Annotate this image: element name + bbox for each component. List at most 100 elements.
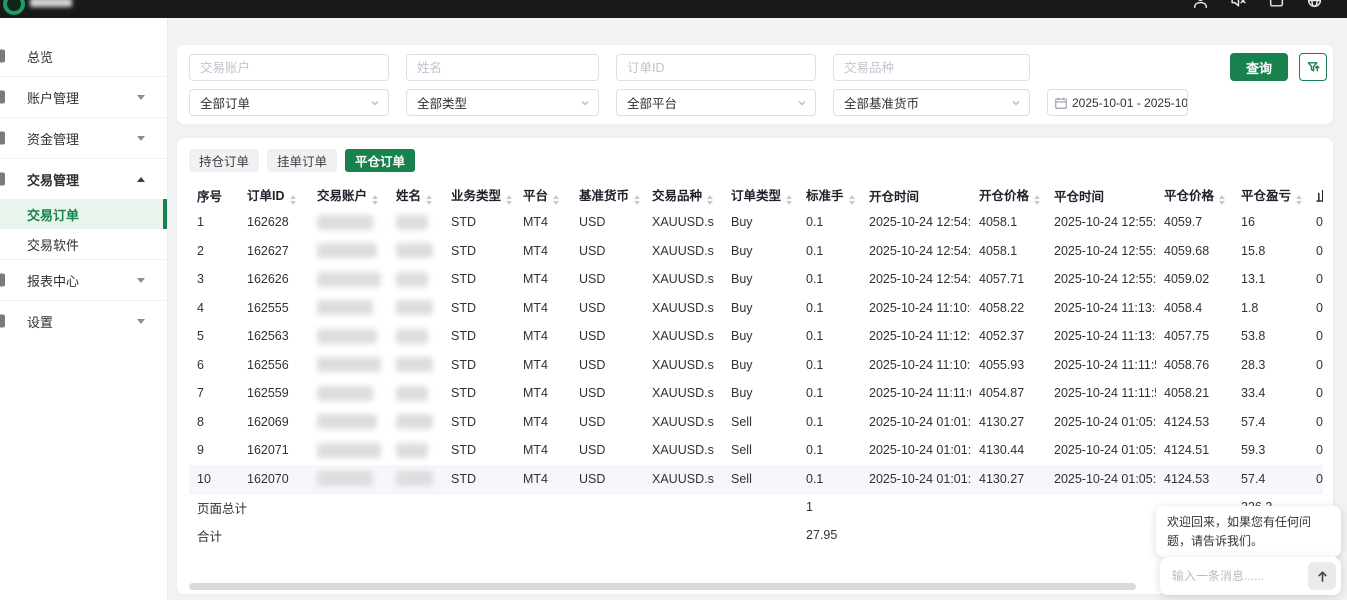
sort-caret-icon[interactable] xyxy=(707,195,713,205)
sidebar-item-trade-orders[interactable]: 交易订单 xyxy=(0,199,167,229)
horizontal-scrollbar[interactable] xyxy=(189,583,1136,590)
cell-order-type: Buy xyxy=(723,351,798,380)
cell-platform: MT4 xyxy=(515,265,571,294)
column-header-symbol[interactable]: 交易品种 xyxy=(644,182,723,208)
cell-open-price: 4052.37 xyxy=(971,322,1046,351)
sort-caret-icon[interactable] xyxy=(290,195,296,205)
sort-caret-icon[interactable] xyxy=(372,195,378,205)
audio-muted-icon[interactable] xyxy=(1230,0,1247,12)
fullscreen-icon[interactable] xyxy=(1268,0,1285,12)
column-header-platform[interactable]: 平台 xyxy=(515,182,571,208)
tab-position-orders[interactable]: 持仓订单 xyxy=(189,149,259,172)
column-header-profit[interactable]: 平仓盈亏 xyxy=(1233,182,1308,208)
sidebar-item-report-center[interactable]: 报表中心 xyxy=(0,260,167,300)
chat-message-input[interactable] xyxy=(1172,569,1308,583)
cell-order-id: 162559 xyxy=(239,379,309,408)
sidebar-item-label: 报表中心 xyxy=(27,271,79,290)
cell-close-time: 2025-10-24 12:55:54 xyxy=(1046,208,1156,237)
table-row: 3162626STDMT4USDXAUUSD.sBuy0.12025-10-24… xyxy=(189,265,1323,294)
sort-caret-icon[interactable] xyxy=(1296,195,1302,205)
chat-send-button[interactable] xyxy=(1308,562,1336,590)
sidebar-item-fund-management[interactable]: 资金管理 xyxy=(0,118,167,158)
summary-empty-cell xyxy=(571,521,644,549)
sidebar-item-trade-software[interactable]: 交易软件 xyxy=(0,229,167,259)
cell-order-id: 162069 xyxy=(239,408,309,437)
name-filter-input[interactable] xyxy=(406,54,599,81)
blurred-name-value xyxy=(396,272,428,287)
column-header-lots[interactable]: 标准手 xyxy=(798,182,861,208)
sidebar-item-overview[interactable]: 总览 xyxy=(0,36,167,76)
sort-caret-icon[interactable] xyxy=(553,195,559,205)
chevron-down-icon xyxy=(137,278,145,283)
cell-account xyxy=(309,351,388,380)
filter-collapse-button[interactable] xyxy=(1299,53,1327,81)
table-row: 8162069STDMT4USDXAUUSD.sSell0.12025-10-2… xyxy=(189,408,1323,437)
cell-order-id: 162556 xyxy=(239,351,309,380)
chevron-up-icon xyxy=(137,177,145,182)
cell-sl: 0 xyxy=(1308,436,1323,465)
app-logo-icon xyxy=(3,0,25,15)
cell-open-price: 4058.1 xyxy=(971,237,1046,266)
cell-sl: 0 xyxy=(1308,322,1323,351)
selected-value: 全部平台 xyxy=(627,93,677,112)
order-status-select[interactable]: 全部订单 xyxy=(189,89,389,116)
column-header-account[interactable]: 交易账户 xyxy=(309,182,388,208)
date-range-picker[interactable]: 2025-10-01 - 2025-10-28 xyxy=(1047,89,1188,116)
blurred-account-value xyxy=(317,243,377,258)
cell-sl: 0 xyxy=(1308,408,1323,437)
order-id-filter-input[interactable] xyxy=(616,54,816,81)
orders-table-wrapper: 序号订单ID交易账户姓名业务类型平台基准货币交易品种订单类型标准手开仓时间开仓价… xyxy=(189,182,1323,577)
sort-caret-icon[interactable] xyxy=(634,195,640,205)
sidebar-item-trade-management[interactable]: 交易管理 xyxy=(0,159,167,199)
table-row: 2162627STDMT4USDXAUUSD.sBuy0.12025-10-24… xyxy=(189,237,1323,266)
cell-base-currency: USD xyxy=(571,379,644,408)
column-header-name[interactable]: 姓名 xyxy=(388,182,443,208)
column-header-open-price[interactable]: 开仓价格 xyxy=(971,182,1046,208)
sort-caret-icon[interactable] xyxy=(1219,195,1225,205)
column-header-close-price[interactable]: 平仓价格 xyxy=(1156,182,1233,208)
cell-account xyxy=(309,208,388,237)
cell-order-id: 162555 xyxy=(239,294,309,323)
column-header-base-currency[interactable]: 基准货币 xyxy=(571,182,644,208)
sidebar-item-account-management[interactable]: 账户管理 xyxy=(0,77,167,117)
base-currency-select[interactable]: 全部基准货币 xyxy=(833,89,1030,116)
summary-empty-cell xyxy=(644,521,723,549)
account-filter-input[interactable] xyxy=(189,54,389,81)
sidebar-item-label: 交易软件 xyxy=(27,235,79,254)
search-button[interactable]: 查询 xyxy=(1230,53,1288,81)
cell-lots: 0.1 xyxy=(798,351,861,380)
cell-account xyxy=(309,465,388,494)
order-tabs: 持仓订单 挂单订单 平仓订单 xyxy=(189,149,415,172)
cell-no: 1 xyxy=(189,208,239,237)
sidebar-item-settings[interactable]: 设置 xyxy=(0,301,167,341)
cell-close-time: 2025-10-24 01:05:34 xyxy=(1046,436,1156,465)
globe-icon[interactable] xyxy=(1306,0,1323,12)
cell-account xyxy=(309,294,388,323)
order-type-select[interactable]: 全部类型 xyxy=(406,89,599,116)
column-header-order-id[interactable]: 订单ID xyxy=(239,182,309,208)
user-icon[interactable] xyxy=(1192,0,1209,12)
cell-symbol: XAUUSD.s xyxy=(644,465,723,494)
cell-lots: 0.1 xyxy=(798,322,861,351)
column-header-biz-type[interactable]: 业务类型 xyxy=(443,182,515,208)
cell-platform: MT4 xyxy=(515,379,571,408)
sort-caret-icon[interactable] xyxy=(1034,195,1040,205)
sort-caret-icon[interactable] xyxy=(506,195,512,205)
sort-caret-icon[interactable] xyxy=(849,195,855,205)
cell-order-type: Buy xyxy=(723,379,798,408)
chevron-down-icon xyxy=(580,98,590,108)
symbol-filter-input[interactable] xyxy=(833,54,1030,81)
column-header-order-type[interactable]: 订单类型 xyxy=(723,182,798,208)
cell-symbol: XAUUSD.s xyxy=(644,265,723,294)
sort-caret-icon[interactable] xyxy=(786,195,792,205)
cell-close-time: 2025-10-24 01:05:34 xyxy=(1046,465,1156,494)
tab-pending-orders[interactable]: 挂单订单 xyxy=(267,149,337,172)
platform-select[interactable]: 全部平台 xyxy=(616,89,816,116)
cell-close-price: 4057.75 xyxy=(1156,322,1233,351)
sort-caret-icon[interactable] xyxy=(426,195,432,205)
tab-closed-orders[interactable]: 平仓订单 xyxy=(345,149,415,172)
cell-name xyxy=(388,408,443,437)
cell-lots: 0.1 xyxy=(798,408,861,437)
summary-empty-cell xyxy=(723,521,798,549)
cell-name xyxy=(388,322,443,351)
